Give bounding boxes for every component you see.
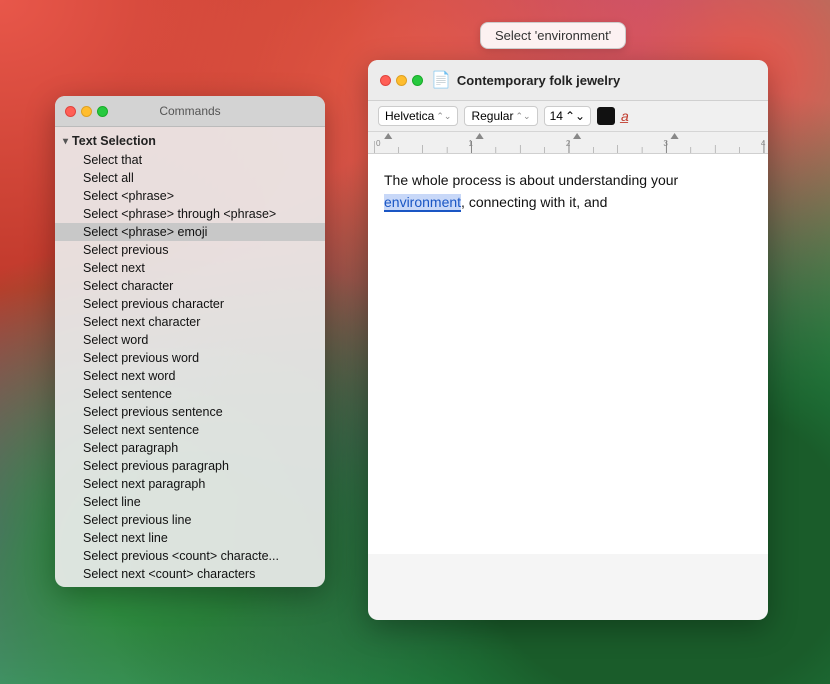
svg-text:4: 4 [761,139,766,148]
editor-close-button[interactable] [380,75,391,86]
editor-maximize-button[interactable] [412,75,423,86]
editor-paragraph: The whole process is about understanding… [384,169,752,214]
commands-panel: Commands ▾ Text Selection Select thatSel… [55,96,325,587]
command-item-5[interactable]: Select previous [55,241,325,259]
commands-minimize-button[interactable] [81,106,92,117]
command-item-21[interactable]: Select next line [55,529,325,547]
font-size-chevron-icon: ⌃⌄ [565,109,585,123]
section-label: Text Selection [72,134,156,148]
commands-title: Commands [159,104,220,118]
svg-text:3: 3 [663,139,668,148]
font-family-value: Helvetica [385,109,434,123]
font-size-select[interactable]: 14 ⌃⌄ [544,106,591,126]
svg-text:2: 2 [566,139,571,148]
editor-ruler: 0 1 2 3 4 [368,132,768,154]
command-item-16[interactable]: Select paragraph [55,439,325,457]
command-item-14[interactable]: Select previous sentence [55,403,325,421]
command-item-6[interactable]: Select next [55,259,325,277]
text-selection-section-header[interactable]: ▾ Text Selection [55,131,325,151]
editor-title-group: 📄 Contemporary folk jewelry [431,70,620,90]
command-item-8[interactable]: Select previous character [55,295,325,313]
svg-text:0: 0 [376,139,381,148]
command-item-9[interactable]: Select next character [55,313,325,331]
editor-titlebar: 📄 Contemporary folk jewelry [368,60,768,101]
command-item-10[interactable]: Select word [55,331,325,349]
command-item-1[interactable]: Select all [55,169,325,187]
editor-traffic-lights [380,75,423,86]
editor-panel: 📄 Contemporary folk jewelry Helvetica ⌃⌄… [368,60,768,620]
svg-text:1: 1 [468,139,473,148]
document-icon: 📄 [431,70,451,90]
text-before-highlight: The whole process is about understanding… [384,172,678,188]
font-style-select[interactable]: Regular ⌃⌄ [464,106,537,126]
font-family-chevron-icon: ⌃⌄ [436,111,451,122]
editor-title-text: Contemporary folk jewelry [457,73,620,88]
command-item-22[interactable]: Select previous <count> characte... [55,547,325,565]
commands-titlebar: Commands [55,96,325,127]
font-family-select[interactable]: Helvetica ⌃⌄ [378,106,458,126]
command-item-19[interactable]: Select line [55,493,325,511]
command-item-12[interactable]: Select next word [55,367,325,385]
text-color-swatch[interactable] [597,107,615,125]
commands-items-container: Select thatSelect allSelect <phrase>Sele… [55,151,325,583]
editor-minimize-button[interactable] [396,75,407,86]
tooltip-popup: Select 'environment' [480,22,626,49]
tooltip-text: Select 'environment' [495,28,611,43]
commands-list: ▾ Text Selection Select thatSelect allSe… [55,127,325,587]
command-item-13[interactable]: Select sentence [55,385,325,403]
ruler-svg: 0 1 2 3 4 [374,131,768,153]
font-style-chevron-icon: ⌃⌄ [515,111,530,122]
editor-content-area[interactable]: The whole process is about understanding… [368,154,768,554]
font-size-value: 14 [550,109,563,123]
command-item-20[interactable]: Select previous line [55,511,325,529]
command-item-11[interactable]: Select previous word [55,349,325,367]
highlighted-word: environment [384,194,461,212]
font-style-value: Regular [471,109,513,123]
command-item-18[interactable]: Select next paragraph [55,475,325,493]
command-item-15[interactable]: Select next sentence [55,421,325,439]
commands-close-button[interactable] [65,106,76,117]
section-chevron-icon: ▾ [63,136,68,147]
command-item-17[interactable]: Select previous paragraph [55,457,325,475]
text-style-button[interactable]: a̲ [621,108,629,124]
editor-toolbar: Helvetica ⌃⌄ Regular ⌃⌄ 14 ⌃⌄ a̲ [368,101,768,132]
command-item-23[interactable]: Select next <count> characters [55,565,325,583]
command-item-4[interactable]: Select <phrase> emoji [55,223,325,241]
command-item-7[interactable]: Select character [55,277,325,295]
commands-traffic-lights [65,106,108,117]
text-after-highlight: , connecting with it, and [461,194,607,210]
command-item-3[interactable]: Select <phrase> through <phrase> [55,205,325,223]
command-item-0[interactable]: Select that [55,151,325,169]
commands-maximize-button[interactable] [97,106,108,117]
command-item-2[interactable]: Select <phrase> [55,187,325,205]
